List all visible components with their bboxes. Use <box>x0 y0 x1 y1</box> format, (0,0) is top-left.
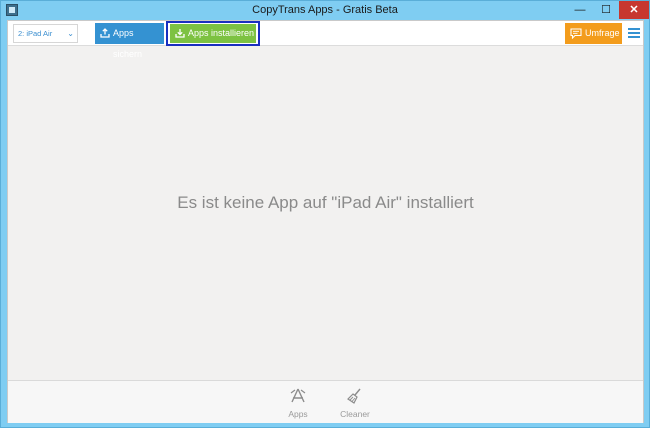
device-select[interactable]: 2: iPad Air ⌄ <box>13 24 78 43</box>
minimize-button[interactable]: — <box>567 1 593 19</box>
survey-button[interactable]: Umfrage <box>565 23 622 44</box>
hamburger-menu-icon[interactable] <box>628 28 640 38</box>
device-select-value: 2: iPad Air <box>18 29 53 38</box>
toolbar: 2: iPad Air ⌄ Apps sichern Apps installi… <box>8 21 643 59</box>
tab-apps[interactable]: Apps <box>273 387 323 419</box>
backup-apps-button[interactable]: Apps sichern <box>95 23 164 59</box>
install-apps-label: Apps installieren <box>188 28 255 38</box>
title-bar[interactable]: CopyTrans Apps - Gratis Beta — ☐ ✕ <box>1 1 649 20</box>
empty-state-message: Es ist keine App auf "iPad Air" installi… <box>177 193 474 212</box>
speech-bubble-icon <box>570 28 582 39</box>
client-area: 2: iPad Air ⌄ Apps sichern Apps installi… <box>7 20 644 423</box>
chevron-down-icon: ⌄ <box>67 29 74 38</box>
app-store-icon <box>290 388 306 403</box>
upload-icon <box>100 28 110 38</box>
tab-cleaner-label: Cleaner <box>340 409 370 419</box>
close-button[interactable]: ✕ <box>619 1 649 19</box>
install-apps-button[interactable]: Apps installieren <box>170 24 256 43</box>
broom-icon <box>347 388 361 404</box>
backup-apps-label: Apps sichern <box>113 28 143 59</box>
tab-cleaner[interactable]: Cleaner <box>330 387 380 419</box>
bottom-tab-bar: Apps Cleaner <box>8 380 643 423</box>
maximize-button[interactable]: ☐ <box>593 1 619 19</box>
download-icon <box>175 29 185 38</box>
window-title: CopyTrans Apps - Gratis Beta <box>252 4 398 16</box>
survey-label: Umfrage <box>585 28 620 38</box>
tab-apps-label: Apps <box>288 409 308 419</box>
app-window: CopyTrans Apps - Gratis Beta — ☐ ✕ 2: iP… <box>0 0 650 428</box>
